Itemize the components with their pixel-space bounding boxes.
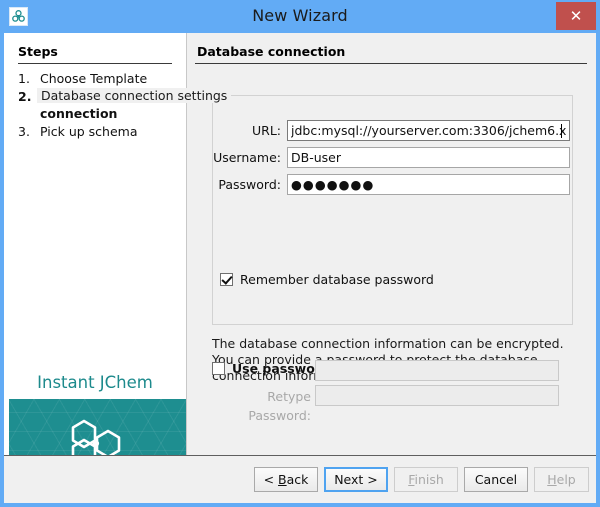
brand-name: Instant JChem <box>37 373 153 392</box>
remember-password-label: Remember database password <box>240 272 434 287</box>
page-title: Database connection <box>197 44 346 59</box>
retype-password-label-wrap: Retype Password: <box>212 386 311 424</box>
checkbox-checked-icon[interactable] <box>220 273 233 286</box>
cancel-button-label: Cancel <box>474 472 518 487</box>
text-caret <box>561 124 562 138</box>
steps-heading: Steps <box>18 44 58 59</box>
next-button[interactable]: Next > <box>324 467 388 492</box>
finish-button: Finish <box>394 467 458 492</box>
steps-heading-divider <box>18 63 172 64</box>
close-button[interactable]: ✕ <box>556 2 596 30</box>
password-label: Password: <box>218 177 281 192</box>
next-button-label: Next > <box>334 472 378 487</box>
help-button: Help <box>534 467 589 492</box>
step-label: Choose Template <box>40 71 148 86</box>
finish-button-label: Finish <box>408 472 444 487</box>
retype-password-input <box>315 385 559 406</box>
retype-password-label: Retype Password: <box>248 389 311 423</box>
window-title: New Wizard <box>252 6 348 25</box>
password-field-row: Password: <box>212 174 572 195</box>
wizard-window: New Wizard ✕ Steps 1. Choose Template 2.… <box>0 0 600 507</box>
back-button[interactable]: < Back <box>254 467 318 492</box>
page-title-divider <box>195 63 587 64</box>
step-item-3: 3. Pick up schema <box>18 123 178 140</box>
username-label: Username: <box>213 150 281 165</box>
step-label: Pick up schema <box>40 124 138 139</box>
password-input[interactable] <box>287 174 570 195</box>
cancel-button[interactable]: Cancel <box>464 467 528 492</box>
wizard-client-area: Steps 1. Choose Template 2. Database con… <box>4 33 596 503</box>
step-item-1: 1. Choose Template <box>18 70 178 87</box>
step-number: 1. <box>18 71 30 86</box>
step-number: 3. <box>18 124 30 139</box>
checkbox-unchecked-icon[interactable] <box>212 362 225 375</box>
footer-bar: < Back Next > Finish Cancel Help <box>4 456 596 503</box>
username-input[interactable] <box>287 147 570 168</box>
username-field-row: Username: <box>212 147 572 168</box>
use-password-input[interactable] <box>315 360 559 381</box>
url-input[interactable] <box>287 120 570 141</box>
url-label: URL: <box>251 123 281 138</box>
remember-password-checkbox[interactable]: Remember database password <box>220 272 434 287</box>
help-button-label: Help <box>547 472 576 487</box>
steps-list: 1. Choose Template 2. Database connectio… <box>18 69 178 140</box>
group-legend: Database connection settings <box>37 88 232 103</box>
title-bar: New Wizard ✕ <box>0 0 600 33</box>
url-field-row: URL: <box>212 120 572 141</box>
back-button-label: < Back <box>263 472 309 487</box>
